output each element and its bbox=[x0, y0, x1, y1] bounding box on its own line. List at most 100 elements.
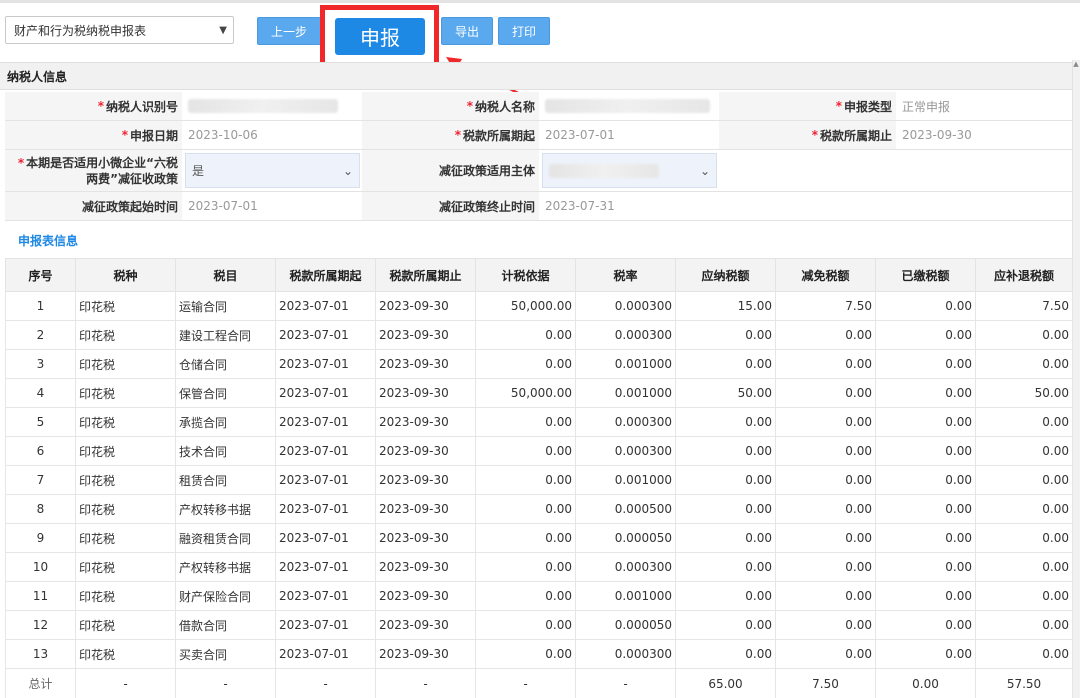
table-cell: 0.00 bbox=[475, 349, 576, 379]
total-cell: 总计 bbox=[5, 668, 76, 698]
table-cell: 运输合同 bbox=[175, 291, 276, 321]
table-cell: 9 bbox=[5, 523, 76, 553]
table-cell: 0.00 bbox=[775, 523, 876, 553]
table-cell: 2023-09-30 bbox=[375, 552, 476, 582]
table-cell: 印花税 bbox=[75, 610, 176, 640]
table-cell: 0.00 bbox=[875, 436, 976, 466]
table-cell: 11 bbox=[5, 581, 76, 611]
table-cell: 2023-09-30 bbox=[375, 523, 476, 553]
table-cell: 0.00 bbox=[975, 407, 1073, 437]
table-cell: 2023-09-30 bbox=[375, 320, 476, 350]
prev-step-button[interactable]: 上一步 bbox=[257, 17, 321, 45]
chevron-down-icon: ▼ bbox=[219, 24, 227, 36]
table-cell: 0.000300 bbox=[575, 639, 676, 669]
table-cell: 0.00 bbox=[675, 320, 776, 350]
table-cell: 0.00 bbox=[875, 291, 976, 321]
table-row: 4 印花税 保管合同 2023-07-01 2023-09-30 50,000.00 0.0… bbox=[5, 378, 1073, 408]
table-cell: 0.00 bbox=[475, 610, 576, 640]
table-cell: 0.00 bbox=[775, 610, 876, 640]
table-cell: 印花税 bbox=[75, 349, 176, 379]
table-cell: 0.000300 bbox=[575, 436, 676, 466]
relief-subject-select[interactable]: ⌄ bbox=[542, 153, 717, 188]
table-cell: 0.00 bbox=[875, 349, 976, 379]
table-cell: 0.00 bbox=[475, 581, 576, 611]
table-cell: 0.00 bbox=[875, 494, 976, 524]
table-cell: 0.000300 bbox=[575, 407, 676, 437]
table-row: 9 印花税 融资租赁合同 2023-07-01 2023-09-30 0.00 0.0000… bbox=[5, 523, 1073, 553]
table-row: 2 印花税 建设工程合同 2023-07-01 2023-09-30 0.00 0.0003… bbox=[5, 320, 1073, 350]
form-type-select[interactable]: 财产和行为税纳税申报表 ▼ bbox=[5, 16, 234, 44]
table-row: 5 印花税 承揽合同 2023-07-01 2023-09-30 0.00 0.000300… bbox=[5, 407, 1073, 437]
taxpayer-id-label: * 纳税人识别号 bbox=[5, 92, 182, 120]
table-cell: 0.00 bbox=[675, 552, 776, 582]
table-cell: 0.000300 bbox=[575, 320, 676, 350]
table-cell: 0.00 bbox=[975, 465, 1073, 495]
table-cell: 2023-09-30 bbox=[375, 465, 476, 495]
table-cell: 印花税 bbox=[75, 581, 176, 611]
total-cell: - bbox=[475, 668, 576, 698]
period-end-value: 2023-09-30 bbox=[902, 128, 972, 142]
table-cell: 2023-07-01 bbox=[275, 465, 376, 495]
table-cell: 2023-09-30 bbox=[375, 349, 476, 379]
print-button[interactable]: 打印 bbox=[498, 17, 550, 45]
total-cell: - bbox=[275, 668, 376, 698]
column-header: 序号 bbox=[5, 258, 76, 292]
table-cell: 0.00 bbox=[775, 465, 876, 495]
table-cell: 2 bbox=[5, 320, 76, 350]
column-header: 税率 bbox=[575, 258, 676, 292]
table-cell: 5 bbox=[5, 407, 76, 437]
toolbar: 财产和行为税纳税申报表 ▼ 上一步 申报 导出 打印 bbox=[0, 0, 1080, 99]
table-cell: 0.00 bbox=[775, 494, 876, 524]
table-cell: 产权转移书据 bbox=[175, 552, 276, 582]
table-cell: 保管合同 bbox=[175, 378, 276, 408]
submit-declaration-button[interactable]: 申报 bbox=[335, 18, 425, 55]
relief-end-label: 减征政策终止时间 bbox=[362, 192, 539, 220]
table-cell: 印花税 bbox=[75, 291, 176, 321]
table-cell: 0.00 bbox=[475, 320, 576, 350]
table-cell: 2023-07-01 bbox=[275, 494, 376, 524]
table-cell: 0.00 bbox=[975, 610, 1073, 640]
table-cell: 0.000500 bbox=[575, 494, 676, 524]
table-cell: 印花税 bbox=[75, 407, 176, 437]
table-cell: 13 bbox=[5, 639, 76, 669]
table-cell: 2023-07-01 bbox=[275, 523, 376, 553]
table-cell: 0.00 bbox=[475, 436, 576, 466]
table-cell: 2023-07-01 bbox=[275, 436, 376, 466]
table-row: 12 印花税 借款合同 2023-07-01 2023-09-30 0.00 0.00005… bbox=[5, 610, 1073, 640]
taxpayer-section-header: 纳税人信息 bbox=[0, 62, 1072, 90]
table-cell: 0.00 bbox=[475, 465, 576, 495]
table-cell: 印花税 bbox=[75, 639, 176, 669]
table-cell: 2023-07-01 bbox=[275, 349, 376, 379]
export-button[interactable]: 导出 bbox=[441, 17, 493, 45]
table-cell: 2023-07-01 bbox=[275, 291, 376, 321]
relief-end-value: 2023-07-31 bbox=[545, 199, 615, 213]
vertical-scrollbar[interactable] bbox=[1072, 60, 1080, 698]
column-header: 税种 bbox=[75, 258, 176, 292]
table-cell: 0.00 bbox=[875, 407, 976, 437]
form-type-select-value: 财产和行为税纳税申报表 bbox=[14, 23, 147, 38]
table-cell: 12 bbox=[5, 610, 76, 640]
table-cell: 融资租赁合同 bbox=[175, 523, 276, 553]
scroll-up-icon[interactable]: ▲ bbox=[1072, 60, 1080, 68]
table-cell: 印花税 bbox=[75, 436, 176, 466]
form-row: * 本期是否适用小微企业“六税 两费”减征收政策 是 ⌄ 减征政策适用主体 ⌄ bbox=[5, 150, 1072, 192]
declaration-date-value: 2023-10-06 bbox=[188, 128, 258, 142]
period-start-label: * 税款所属期起 bbox=[362, 121, 539, 149]
table-cell: 0.000050 bbox=[575, 523, 676, 553]
table-row: 11 印花税 财产保险合同 2023-07-01 2023-09-30 0.00 0.001… bbox=[5, 581, 1073, 611]
table-cell: 印花税 bbox=[75, 523, 176, 553]
column-header: 税款所属期止 bbox=[375, 258, 476, 292]
declaration-type-label: * 申报类型 bbox=[719, 92, 896, 120]
taxpayer-id-value bbox=[182, 92, 362, 120]
small-business-policy-select[interactable]: 是 ⌄ bbox=[185, 153, 360, 188]
table-cell: 印花税 bbox=[75, 320, 176, 350]
table-cell: 0.000300 bbox=[575, 291, 676, 321]
table-cell: 建设工程合同 bbox=[175, 320, 276, 350]
table-cell: 0.00 bbox=[675, 523, 776, 553]
table-cell: 技术合同 bbox=[175, 436, 276, 466]
table-cell: 7.50 bbox=[775, 291, 876, 321]
relief-start-value: 2023-07-01 bbox=[188, 199, 258, 213]
table-cell: 10 bbox=[5, 552, 76, 582]
table-cell: 0.00 bbox=[875, 465, 976, 495]
total-cell: - bbox=[375, 668, 476, 698]
